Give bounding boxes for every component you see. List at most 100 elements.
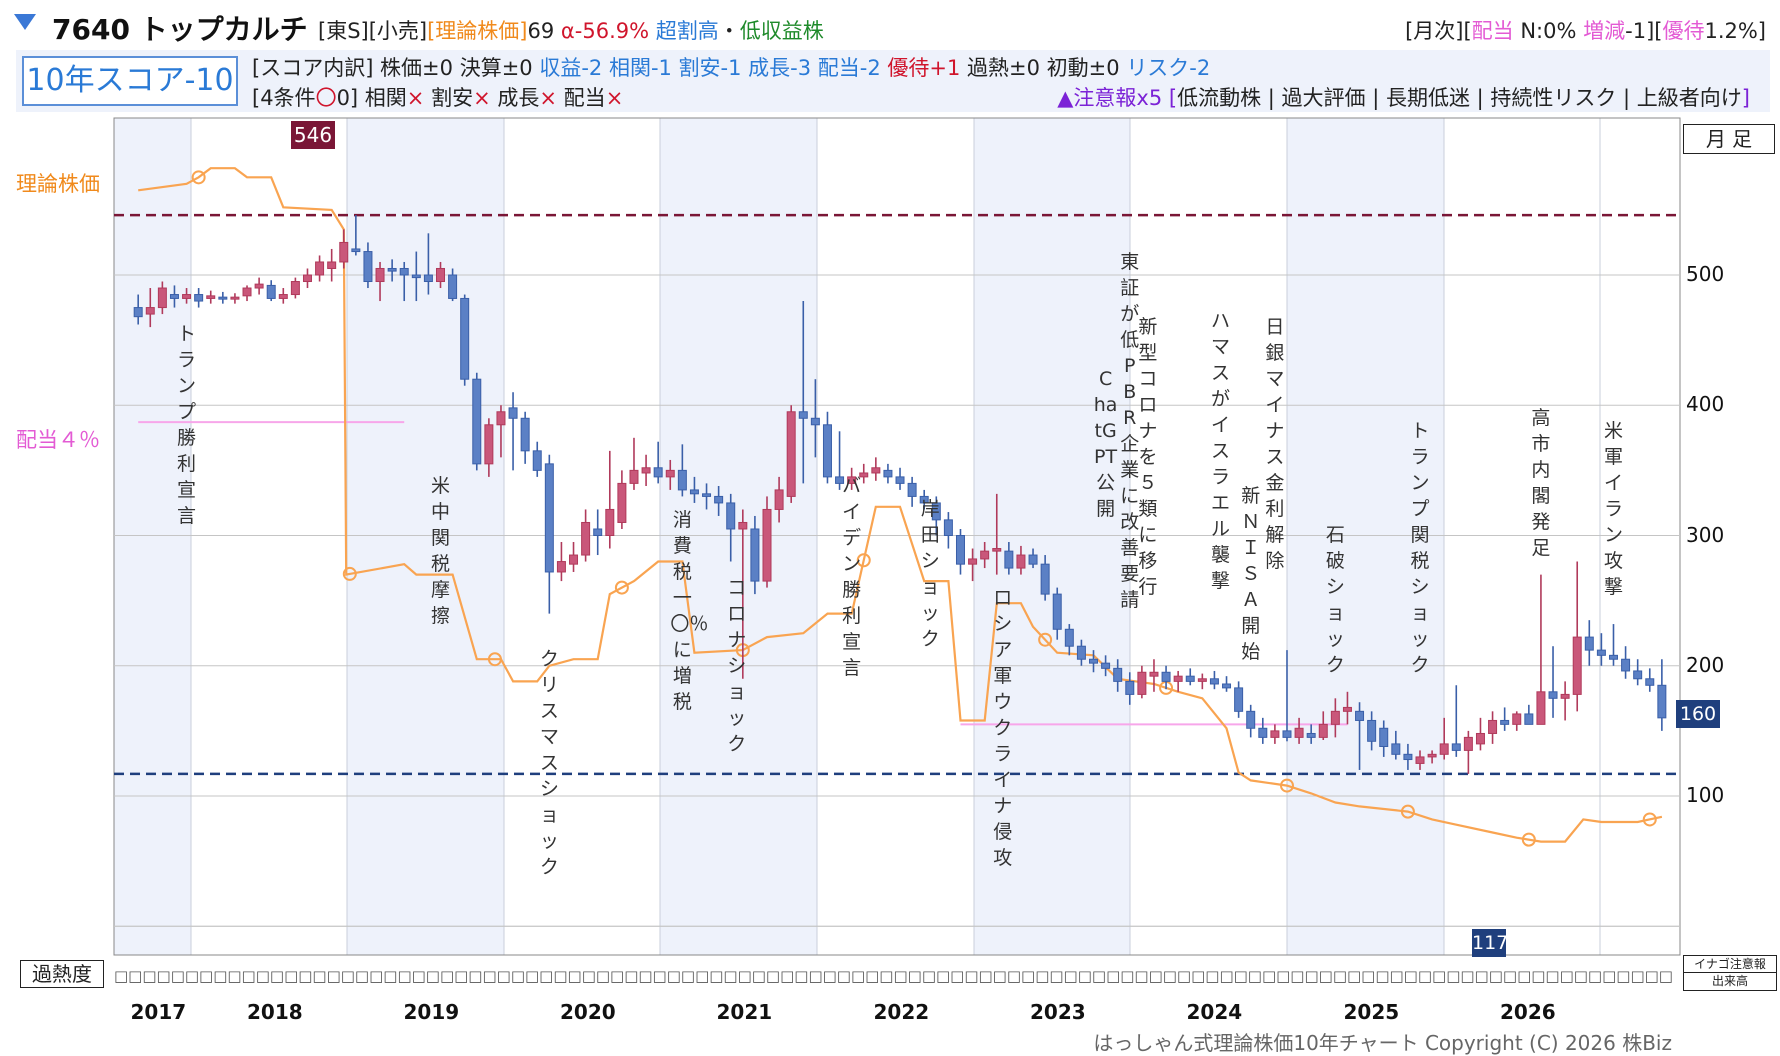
candle-body-76: [1052, 593, 1062, 630]
candle-body-114: [1512, 713, 1522, 725]
candle-body-119: [1572, 636, 1582, 695]
candle-body-69: [968, 558, 978, 565]
candle-body-122: [1608, 654, 1618, 660]
candle-body-47: [702, 493, 712, 497]
year-band-2017: [114, 118, 191, 955]
candle-body-23: [411, 274, 421, 279]
year-label-2023: 2023: [1030, 1000, 1086, 1024]
candle-body-103: [1379, 727, 1389, 748]
candle-body-72: [1004, 550, 1014, 569]
candle-body-83: [1137, 671, 1147, 695]
candle-body-50: [738, 521, 748, 530]
candle-body-27: [460, 297, 470, 380]
candle-body-22: [399, 267, 409, 276]
candle-body-43: [653, 467, 663, 478]
event-12: 新ＮＩＳＡ開始: [1241, 485, 1261, 664]
year-label-2017: 2017: [130, 1000, 187, 1024]
event-11: ハマスがイスラエル襲撃: [1210, 309, 1230, 592]
candle-body-80: [1101, 662, 1111, 669]
candle-body-75: [1040, 563, 1050, 595]
candle-body-15: [315, 261, 325, 276]
candle-body-48: [714, 495, 724, 504]
event-14: 石破ショック: [1325, 524, 1345, 677]
candle-body-55: [798, 411, 808, 419]
candle-body-8: [230, 296, 240, 300]
year-label-2022: 2022: [873, 1000, 930, 1024]
candle-body-71: [992, 548, 1002, 552]
candle-body-74: [1028, 554, 1038, 565]
year-label-2026: 2026: [1500, 1000, 1556, 1024]
event-5: バイデン勝利宣言: [842, 474, 862, 679]
candle-body-77: [1064, 628, 1074, 647]
candle-body-40: [617, 482, 627, 523]
candle-body-11: [266, 284, 276, 299]
y-tick-500: 500: [1686, 262, 1725, 286]
candle-body-102: [1367, 719, 1377, 742]
candle-body-120: [1584, 636, 1594, 651]
candle-body-62: [883, 469, 893, 478]
copyright: はっしゃん式理論株価10年チャート Copyright (C) 2026 株Bi…: [1093, 1031, 1672, 1055]
overheat-label: 過熱度: [20, 960, 104, 988]
candle-body-104: [1391, 743, 1401, 755]
candle-body-117: [1548, 691, 1558, 699]
event-15: トランプ関税ショック: [1410, 420, 1430, 677]
candle-body-98: [1318, 723, 1328, 738]
candle-body-35: [556, 561, 566, 573]
candle-body-70: [980, 550, 990, 560]
candle-body-1: [145, 307, 155, 315]
candle-body-67: [943, 519, 953, 536]
candle-body-123: [1621, 658, 1631, 672]
candle-body-79: [1089, 658, 1099, 664]
candle-body-101: [1355, 710, 1365, 721]
candle-body-116: [1536, 691, 1546, 725]
candle-body-31: [508, 407, 518, 419]
candle-body-113: [1500, 719, 1510, 725]
candle-body-36: [569, 554, 579, 565]
event-1: 米中関税摩擦: [430, 474, 450, 627]
candle-body-78: [1076, 645, 1086, 660]
y-tick-200: 200: [1686, 652, 1725, 677]
event-6: 岸田ショック: [920, 498, 940, 651]
dividend-line-label: 配当４％: [16, 428, 100, 452]
candle-body-13: [290, 281, 300, 296]
event-10: 新型コロナを５類に移行: [1138, 316, 1158, 599]
candle-body-107: [1427, 753, 1437, 758]
candle-body-10: [254, 283, 264, 289]
candle-body-100: [1342, 706, 1352, 712]
event-7: ロシア軍ウクライナ侵攻: [993, 586, 1013, 869]
candle-body-126: [1657, 684, 1667, 719]
candle-body-61: [871, 467, 881, 474]
candle-body-14: [302, 274, 312, 283]
candle-body-4: [182, 294, 192, 299]
candle-body-105: [1403, 753, 1413, 761]
candle-body-17: [339, 241, 349, 263]
candle-body-56: [810, 417, 820, 426]
candle-body-91: [1234, 687, 1244, 712]
candle-body-118: [1560, 693, 1570, 699]
candle-body-73: [1016, 554, 1026, 569]
candle-body-85: [1161, 671, 1171, 682]
candle-body-87: [1185, 675, 1195, 682]
candle-body-2: [157, 287, 167, 309]
candle-body-18: [351, 248, 361, 253]
inago-label: イナゴ注意報: [1694, 957, 1766, 971]
candle-body-109: [1451, 743, 1461, 751]
candle-body-3: [169, 294, 179, 299]
candle-body-49: [726, 502, 736, 530]
event-16: 高市内閣発足: [1531, 407, 1551, 560]
candle-body-34: [544, 463, 554, 573]
candle-body-96: [1294, 727, 1304, 738]
event-8: ChatGPT公開: [1093, 368, 1118, 521]
candle-body-30: [496, 411, 506, 426]
candle-body-53: [774, 489, 784, 510]
candle-body-45: [677, 469, 687, 491]
monthly-button[interactable]: 月 足: [1683, 124, 1775, 154]
year-label-2024: 2024: [1186, 1000, 1243, 1024]
candle-body-7: [218, 296, 228, 300]
event-4: コロナショック: [727, 576, 747, 755]
candle-body-88: [1197, 678, 1207, 682]
candle-body-46: [689, 489, 699, 495]
price-chart: [113, 117, 1681, 956]
candle-body-125: [1645, 678, 1655, 686]
candle-body-57: [822, 424, 832, 478]
